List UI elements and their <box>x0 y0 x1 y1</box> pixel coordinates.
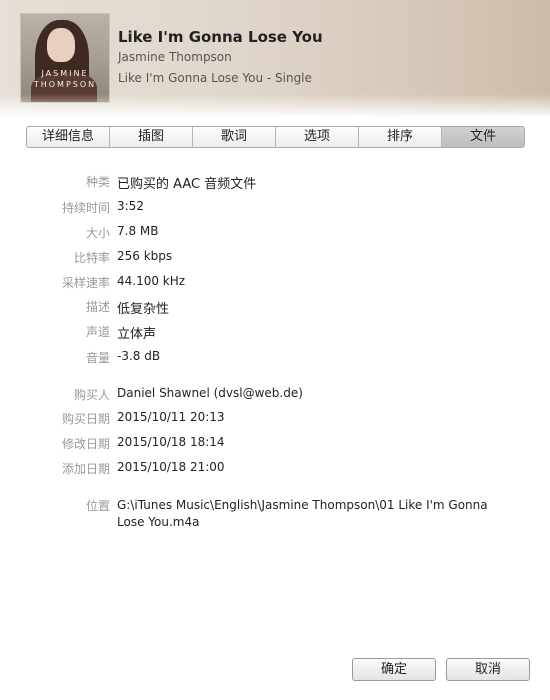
profile-row: 描述 低复杂性 <box>0 298 550 318</box>
artist-name: Jasmine Thompson <box>118 50 232 64</box>
bitrate-label: 比特率 <box>73 251 110 265</box>
purchase-date-label: 购买日期 <box>61 412 110 426</box>
profile-value: 低复杂性 <box>117 302 170 317</box>
song-title: Like I'm Gonna Lose You <box>118 28 323 46</box>
info-tab-bar: 详细信息 插图 歌词 选项 排序 文件 <box>26 126 525 148</box>
purchase-date-value: 2015/10/11 20:13 <box>117 410 225 424</box>
artwork-text-line2: THOMPSON <box>33 80 97 89</box>
tab-lyrics[interactable]: 歌词 <box>192 127 275 147</box>
tab-options[interactable]: 选项 <box>275 127 358 147</box>
modified-date-row: 修改日期 2015/10/18 18:14 <box>0 435 550 455</box>
added-date-label: 添加日期 <box>61 462 110 476</box>
samplerate-value: 44.100 kHz <box>117 274 186 288</box>
kind-label: 种类 <box>85 175 110 189</box>
size-row: 大小 7.8 MB <box>0 224 550 244</box>
duration-row: 持续时间 3:52 <box>0 199 550 219</box>
bitrate-value: 256 kbps <box>117 249 173 263</box>
tab-details[interactable]: 详细信息 <box>27 127 109 147</box>
kind-value: 已购买的 AAC 音频文件 <box>117 177 257 192</box>
tab-artwork[interactable]: 插图 <box>109 127 192 147</box>
profile-label: 描述 <box>85 300 110 314</box>
purchaser-label: 购买人 <box>73 388 110 402</box>
bitrate-row: 比特率 256 kbps <box>0 249 550 269</box>
cancel-button[interactable]: 取消 <box>446 658 530 681</box>
modified-date-value: 2015/10/18 18:14 <box>117 435 225 449</box>
kind-row: 种类 已购买的 AAC 音频文件 <box>0 173 550 193</box>
purchaser-row: 购买人 Daniel Shawnel (dvsl@web.de) <box>0 386 550 406</box>
artwork-text-line1: JASMINE <box>41 69 89 78</box>
purchaser-value: Daniel Shawnel (dvsl@web.de) <box>117 386 303 400</box>
volume-label: 音量 <box>85 351 110 365</box>
channels-row: 声道 立体声 <box>0 323 550 343</box>
track-header: JASMINE THOMPSON Like I'm Gonna Lose You… <box>0 0 550 116</box>
modified-date-label: 修改日期 <box>61 437 110 451</box>
location-row: 位置 G:\iTunes Music\English\Jasmine Thomp… <box>0 497 550 537</box>
duration-value: 3:52 <box>117 199 144 213</box>
artwork-face <box>47 28 75 62</box>
tab-file[interactable]: 文件 <box>441 127 524 147</box>
samplerate-row: 采样速率 44.100 kHz <box>0 274 550 294</box>
tab-sorting[interactable]: 排序 <box>358 127 441 147</box>
purchase-date-row: 购买日期 2015/10/11 20:13 <box>0 410 550 430</box>
volume-row: 音量 -3.8 dB <box>0 349 550 369</box>
channels-value: 立体声 <box>117 327 157 342</box>
added-date-value: 2015/10/18 21:00 <box>117 460 225 474</box>
added-date-row: 添加日期 2015/10/18 21:00 <box>0 460 550 480</box>
channels-label: 声道 <box>85 325 110 339</box>
samplerate-label: 采样速率 <box>61 276 110 290</box>
location-value: G:\iTunes Music\English\Jasmine Thompson… <box>117 498 488 529</box>
ok-button[interactable]: 确定 <box>352 658 436 681</box>
volume-value: -3.8 dB <box>117 349 161 363</box>
album-artwork: JASMINE THOMPSON <box>20 13 110 103</box>
size-value: 7.8 MB <box>117 224 159 238</box>
duration-label: 持续时间 <box>61 201 110 215</box>
size-label: 大小 <box>85 226 110 240</box>
album-name: Like I'm Gonna Lose You - Single <box>118 71 312 85</box>
location-label: 位置 <box>85 499 110 513</box>
